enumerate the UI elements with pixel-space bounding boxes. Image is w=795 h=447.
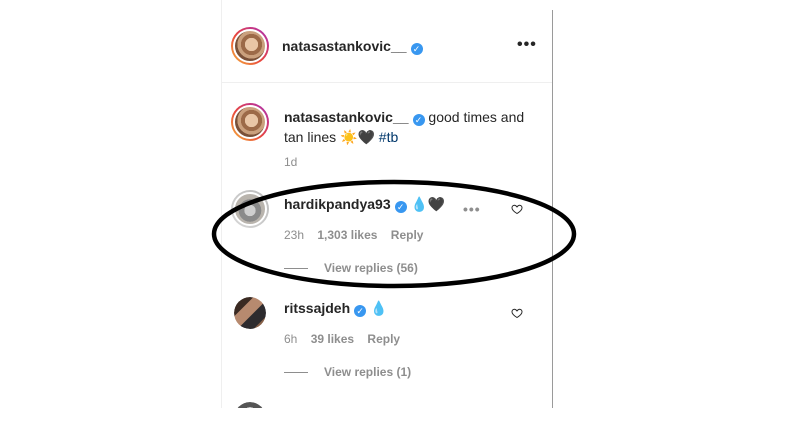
verified-badge-icon: ✓ xyxy=(354,305,367,317)
comment-avatar-hardikpandya93[interactable] xyxy=(231,190,269,228)
caption: natasastankovic__ ✓ good times and tan li… xyxy=(284,107,534,147)
replies-divider-line xyxy=(284,268,308,270)
comment-timestamp[interactable]: 6h xyxy=(284,332,297,346)
avatar-photo xyxy=(233,192,267,226)
reply-button[interactable]: Reply xyxy=(391,228,424,242)
comment-avatar-ritssajdeh[interactable] xyxy=(234,297,266,329)
panel-right-border xyxy=(552,10,553,408)
more-options-icon[interactable]: ••• xyxy=(517,36,537,54)
view-replies-button[interactable]: View replies (56) xyxy=(284,261,418,275)
comment-username[interactable]: hardikpandya93 xyxy=(284,196,391,212)
comment-username[interactable]: ritssajdeh xyxy=(284,300,350,316)
comment-options-icon[interactable]: ••• xyxy=(463,201,481,217)
view-replies-label[interactable]: View replies (1) xyxy=(324,365,411,379)
comment-meta: 23h 1,303 likes Reply xyxy=(284,228,433,242)
replies-divider-line xyxy=(284,372,308,374)
viewport-cutoff xyxy=(0,408,795,447)
comment-likes[interactable]: 39 likes xyxy=(311,332,354,346)
view-replies-label[interactable]: View replies (56) xyxy=(324,261,418,275)
post-author[interactable]: natasastankovic__ ✓ xyxy=(282,38,423,55)
reply-button[interactable]: Reply xyxy=(367,332,400,346)
avatar-photo xyxy=(233,29,267,63)
caption-timestamp[interactable]: 1d xyxy=(284,155,297,169)
comment-text: 💧🖤 xyxy=(410,196,446,212)
comment-timestamp[interactable]: 23h xyxy=(284,228,304,242)
avatar-photo xyxy=(233,105,267,139)
comment-likes[interactable]: 1,303 likes xyxy=(317,228,377,242)
like-heart-icon[interactable] xyxy=(511,307,523,319)
header-divider xyxy=(221,82,552,83)
like-heart-icon[interactable] xyxy=(511,203,523,215)
panel-left-border xyxy=(221,0,222,408)
verified-badge-icon: ✓ xyxy=(410,43,423,55)
caption-hashtag[interactable]: #tb xyxy=(379,129,398,145)
verified-badge-icon: ✓ xyxy=(412,114,425,126)
avatar-photo xyxy=(234,297,266,329)
caption-author-avatar[interactable] xyxy=(231,103,269,141)
comment-meta: 6h 39 likes Reply xyxy=(284,332,410,346)
comment-hardikpandya93: hardikpandya93 ✓ 💧🖤 xyxy=(284,196,445,213)
annotation-ellipse xyxy=(211,179,577,289)
comment-text: 💧 xyxy=(370,300,388,316)
view-replies-button[interactable]: View replies (1) xyxy=(284,365,411,379)
post-author-avatar[interactable] xyxy=(231,27,269,65)
comment-ritssajdeh: ritssajdeh ✓ 💧 xyxy=(284,300,387,317)
post-author-username[interactable]: natasastankovic__ xyxy=(282,38,407,54)
verified-badge-icon: ✓ xyxy=(394,201,407,213)
caption-username[interactable]: natasastankovic__ xyxy=(284,109,409,125)
